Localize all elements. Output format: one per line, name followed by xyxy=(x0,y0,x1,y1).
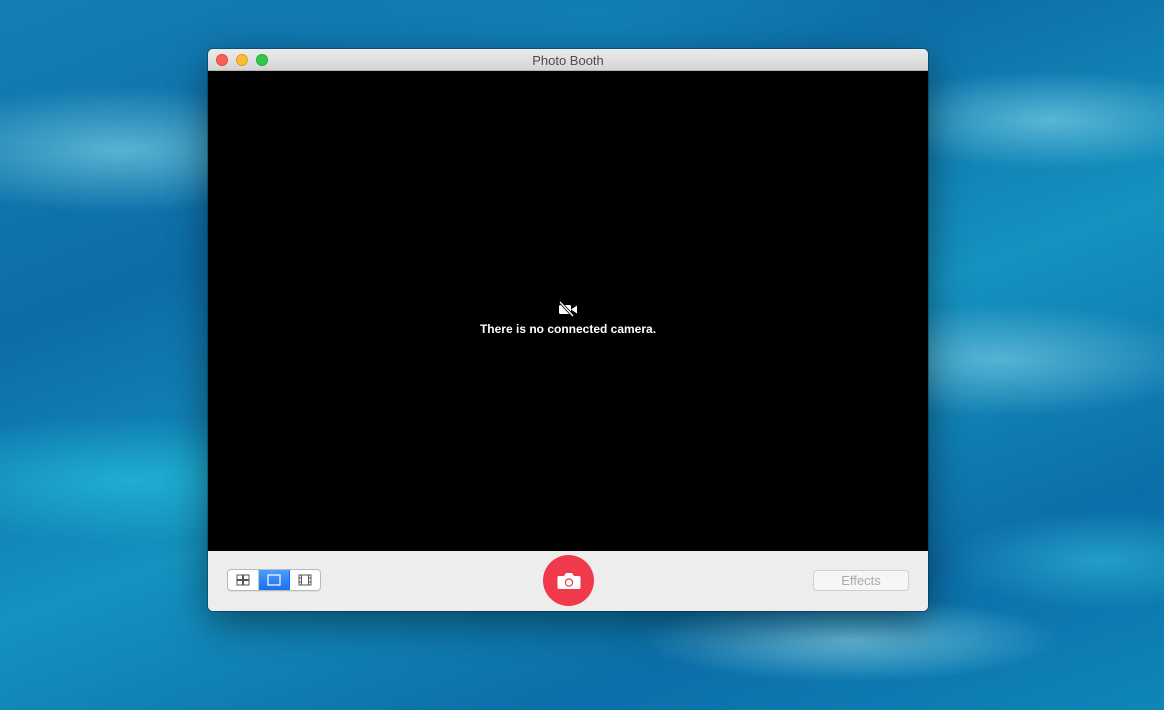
view-mode-selector xyxy=(227,569,321,591)
grid-icon xyxy=(236,574,250,586)
camera-off-icon xyxy=(558,301,577,317)
window-title: Photo Booth xyxy=(532,53,604,68)
single-photo-mode-button[interactable] xyxy=(259,570,290,590)
camera-preview: There is no connected camera. xyxy=(208,71,928,551)
film-strip-icon xyxy=(298,574,312,586)
movie-clip-mode-button[interactable] xyxy=(290,570,320,590)
single-frame-icon xyxy=(267,574,281,586)
effects-button[interactable]: Effects xyxy=(813,570,909,591)
bottom-toolbar: Effects xyxy=(208,551,928,611)
title-bar[interactable]: Photo Booth xyxy=(208,49,928,71)
photo-booth-window: Photo Booth There is no connected camera… xyxy=(208,49,928,611)
take-photo-button[interactable] xyxy=(543,555,594,606)
four-up-mode-button[interactable] xyxy=(228,570,259,590)
no-camera-message: There is no connected camera. xyxy=(479,322,657,336)
camera-icon xyxy=(557,572,580,589)
